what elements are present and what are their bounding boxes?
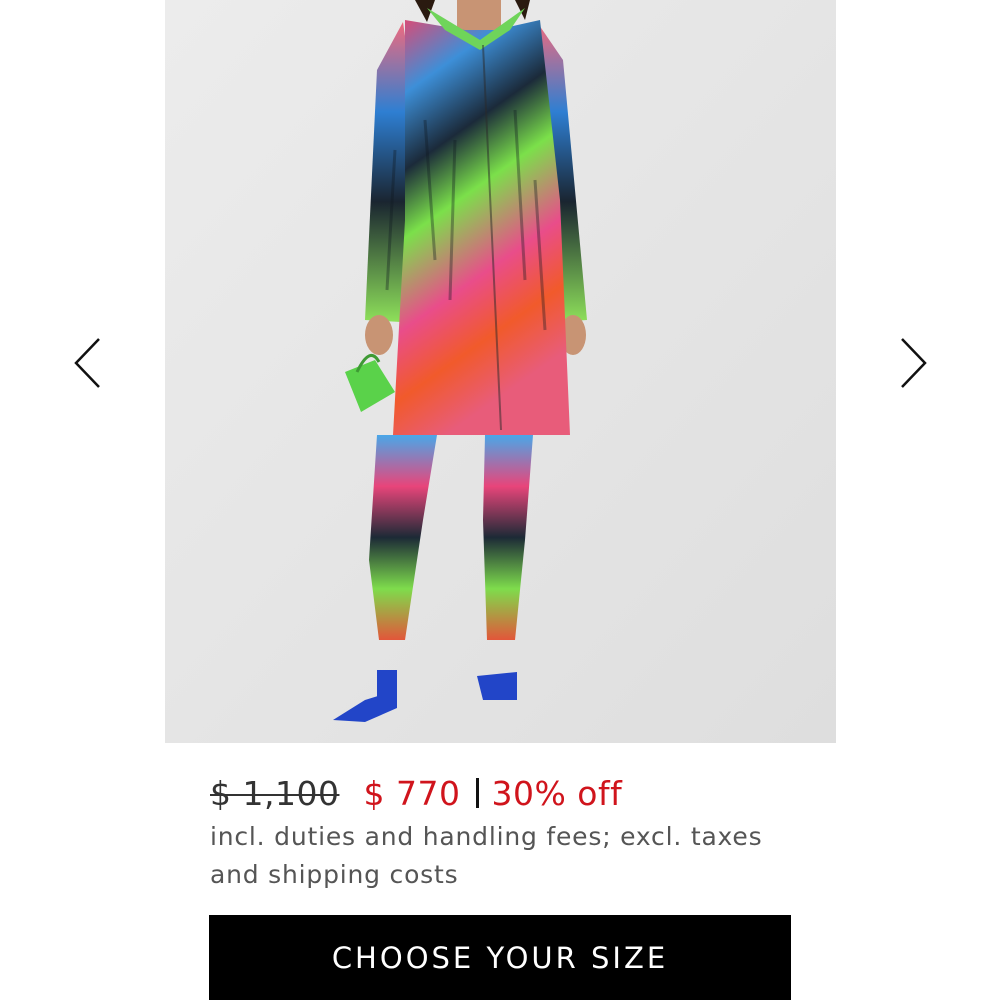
original-price: $ 1,100 <box>210 773 340 813</box>
discount-label: 30% off <box>491 773 623 813</box>
choose-size-button[interactable]: CHOOSE YOUR SIZE <box>209 915 791 1000</box>
product-image-gallery <box>0 0 1000 743</box>
price-separator <box>476 778 480 808</box>
model-image <box>165 0 836 743</box>
sale-price: $ 770 <box>363 773 461 813</box>
product-photo[interactable] <box>165 0 836 743</box>
chevron-left-icon <box>74 338 100 388</box>
chevron-right-icon <box>901 338 927 388</box>
price-fee-note: incl. duties and handling fees; excl. ta… <box>210 822 763 889</box>
previous-image-button[interactable] <box>68 333 108 393</box>
choose-size-label: CHOOSE YOUR SIZE <box>331 940 669 975</box>
next-image-button[interactable] <box>893 333 933 393</box>
product-page: $ 1,100 $ 770 30% off incl. duties and h… <box>0 0 1000 1000</box>
price-row: $ 1,100 $ 770 30% off <box>210 768 622 818</box>
